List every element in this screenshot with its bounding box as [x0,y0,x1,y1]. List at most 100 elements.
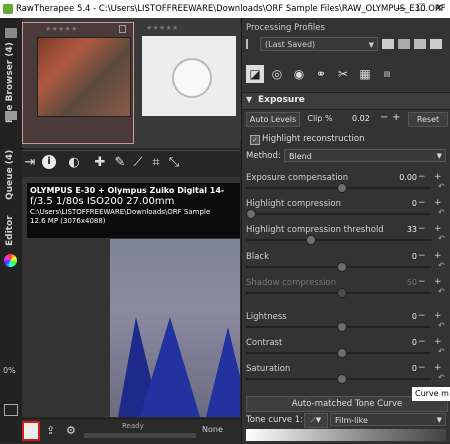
info-icon[interactable]: i [42,155,56,169]
filmstrip: ★ ★ ★ ★ ★ ★ ★ ★ ★ ★ [22,18,244,148]
crop-icon[interactable]: ⌗ [148,155,164,171]
slider-value[interactable]: 0 [387,252,417,261]
auto-levels-button[interactable]: Auto Levels [246,112,300,127]
slider-plus-button[interactable]: + [434,363,442,373]
thumbnail-2[interactable]: ★ ★ ★ ★ ★ [134,22,244,142]
method-label: Method: [246,151,281,161]
slider-minus-button[interactable]: − [418,251,426,261]
highlight-recon-checkbox[interactable]: ✓ [250,135,260,145]
slider-value[interactable]: 0 [387,199,417,208]
slider-track[interactable] [246,288,431,298]
save-profile-icon[interactable] [398,39,410,49]
slider-value[interactable]: 50 [387,278,417,287]
transform-icon[interactable]: ⤡ [166,155,182,171]
slider-handle[interactable] [305,235,316,245]
trash-icon[interactable] [119,25,126,33]
slider-value[interactable]: 0 [387,364,417,373]
curve-editor-strip[interactable] [246,429,446,441]
collapse-left-icon[interactable]: ⇥ [22,155,38,171]
stars-rating-2[interactable]: ★ ★ ★ ★ ★ [146,24,178,32]
stars-rating[interactable]: ★ ★ ★ ★ ★ [45,25,77,33]
slider-value[interactable]: 33 [387,225,417,234]
slider-value[interactable]: 0 [387,338,417,347]
folder-icon[interactable] [5,28,17,38]
slider-handle[interactable] [336,348,347,358]
open-profile-icon[interactable] [382,39,394,49]
export-icon[interactable]: ⇪ [46,425,58,437]
image-preview[interactable]: OLYMPUS E-30 + Olympus Zuiko Digital 14-… [22,177,240,417]
slider-minus-button[interactable]: − [418,363,426,373]
slider-reset-icon[interactable]: ↶ [438,373,445,382]
folder-small-icon[interactable] [5,111,17,120]
exposure-section-header[interactable]: ▼ Exposure [242,92,450,110]
slider-reset-icon[interactable]: ↶ [438,208,445,217]
color-wheel-icon[interactable] [4,254,17,267]
tab-transform-icon[interactable]: ✂ [334,65,352,83]
clip-value[interactable]: 0.02 [352,114,370,123]
paste-profile-icon[interactable] [430,39,442,49]
straighten-icon[interactable]: ⟋ [130,155,146,171]
save-queue-button[interactable] [22,421,40,441]
slider-reset-icon[interactable]: ↶ [438,321,445,330]
slider-plus-button[interactable]: + [434,172,442,182]
thumbnail-selected[interactable]: ★ ★ ★ ★ ★ [22,22,134,144]
slider-plus-button[interactable]: + [434,198,442,208]
slider-track[interactable] [246,322,431,332]
slider-plus-button[interactable]: + [434,337,442,347]
slider-minus-button[interactable]: − [418,224,426,234]
tab-editor[interactable]: Editor [5,215,15,246]
slider-track[interactable] [246,183,431,193]
close-button[interactable]: ✕ [430,0,448,18]
copy-profile-icon[interactable] [414,39,426,49]
minimize-button[interactable]: — [392,0,410,18]
hand-tool-icon[interactable]: ✚ [92,155,108,171]
slider-handle[interactable] [336,374,347,384]
slider-handle[interactable] [336,322,347,332]
slider-reset-icon[interactable]: ↶ [438,234,445,243]
histogram-icon[interactable] [4,404,18,416]
tone-curve-select[interactable]: Film-like ▼ [330,413,446,426]
slider-reset-icon[interactable]: ↶ [438,347,445,356]
slider-handle[interactable] [246,209,256,219]
clip-plus-button[interactable]: + [392,112,400,123]
profile-select[interactable]: (Last Saved) ▼ [260,37,378,51]
slider-minus-button[interactable]: − [418,311,426,321]
slider-track[interactable] [246,262,431,272]
slider-track[interactable] [246,209,431,219]
settings-icon[interactable]: ⚙ [66,425,78,437]
tab-exposure-icon[interactable]: ◪ [246,65,264,83]
slider-minus-button[interactable]: − [418,337,426,347]
slider-reset-icon[interactable]: ↶ [438,287,445,296]
slider-plus-button[interactable]: + [434,277,442,287]
reset-button[interactable]: Reset [408,112,448,127]
tab-color-icon[interactable]: ◉ [290,65,308,83]
tab-raw-icon[interactable]: ▦ [356,65,374,83]
slider-reset-icon[interactable]: ↶ [438,261,445,270]
slider-reset-icon[interactable]: ↶ [438,182,445,191]
slider-plus-button[interactable]: + [434,251,442,261]
color-picker-icon[interactable]: ✎ [112,155,128,171]
slider-minus-button[interactable]: − [418,277,426,287]
slider-value[interactable]: 0.00 [387,173,417,182]
slider-track[interactable] [246,235,431,245]
maximize-button[interactable]: ☐ [412,0,430,18]
clip-minus-button[interactable]: − [380,112,388,123]
curve-type-button[interactable]: ⟋▼ [304,413,328,428]
tab-meta-icon[interactable]: ▤ [378,65,396,83]
slider-handle[interactable] [336,262,347,272]
slider-plus-button[interactable]: + [434,311,442,321]
none-button[interactable]: None [202,425,223,434]
slider-handle[interactable] [336,183,347,193]
method-select[interactable]: Blend ▼ [284,149,446,162]
slider-handle[interactable] [336,288,347,298]
slider-minus-button[interactable]: − [418,172,426,182]
slider-plus-button[interactable]: + [434,224,442,234]
slider-track[interactable] [246,348,431,358]
slider-value[interactable]: 0 [387,312,417,321]
tab-queue[interactable]: Queue (4) [5,150,15,200]
compare-icon[interactable]: ◐ [66,155,82,171]
slider-minus-button[interactable]: − [418,198,426,208]
tab-advanced-icon[interactable]: ⚭ [312,65,330,83]
slider-track[interactable] [246,374,431,384]
tab-detail-icon[interactable]: ◎ [268,65,286,83]
